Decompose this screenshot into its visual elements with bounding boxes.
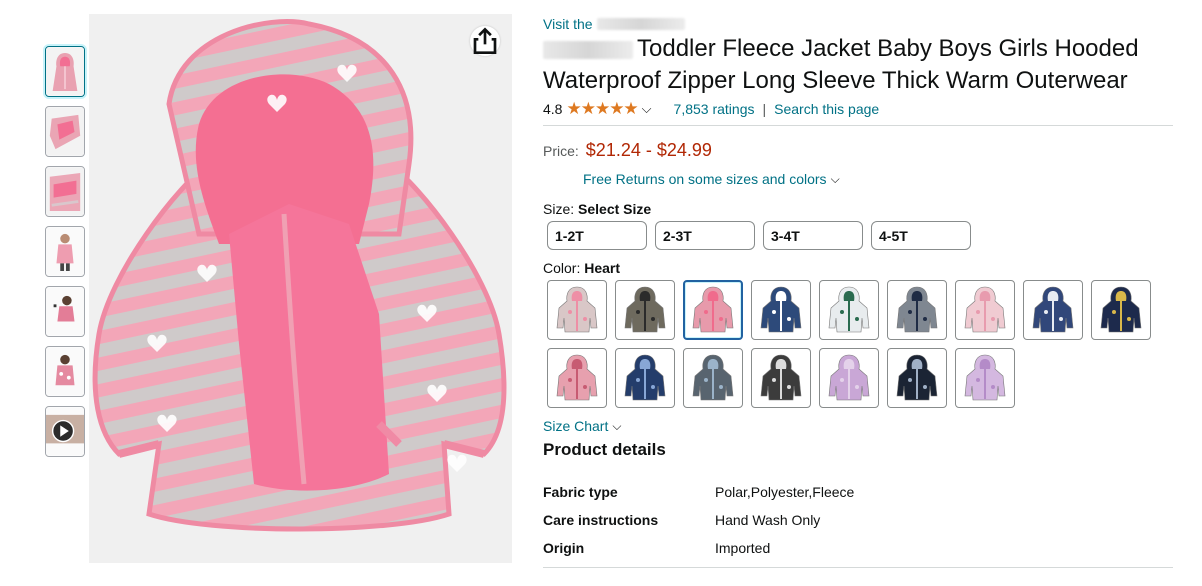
jacket-icon (624, 354, 666, 401)
details-row: Care instructions Hand Wash Only (543, 506, 1173, 534)
details-key: Fabric type (543, 484, 618, 500)
rating-value: 4.8 (543, 101, 563, 117)
product-title: Toddler Fleece Jacket Baby Boys Girls Ho… (543, 33, 1173, 97)
size-option-2-3t[interactable]: 2-3T (655, 221, 755, 250)
color-swatch-dino-white[interactable] (819, 280, 879, 340)
search-page-link[interactable]: Search this page (774, 101, 879, 117)
jacket-icon (896, 286, 938, 333)
size-label-text: Size: (543, 201, 575, 217)
color-swatch-navy-stars[interactable] (751, 280, 811, 340)
jacket-icon (964, 354, 1006, 401)
jacket-icon (692, 286, 734, 333)
details-key: Origin (543, 540, 585, 556)
price-row: Price: $21.24 - $24.99 (543, 140, 1173, 161)
free-returns-text: Free Returns on some sizes and colors (583, 171, 827, 187)
color-swatch-leopard[interactable] (615, 280, 675, 340)
details-value: Polar,Polyester,Fleece (715, 484, 855, 500)
product-details-heading: Product details (543, 440, 666, 459)
product-title-line2: Waterproof Zipper Long Sleeve Thick Warm… (543, 67, 1128, 94)
details-value: Imported (715, 540, 771, 556)
chevron-down-icon: ⌵ (830, 171, 840, 186)
color-label: Color: Heart (543, 260, 1173, 276)
price-range: $21.24 - $24.99 (585, 140, 712, 160)
chevron-down-icon[interactable]: ⌵ (642, 101, 652, 117)
main-product-image[interactable] (89, 14, 512, 563)
thumbnail-child-model-2[interactable] (45, 286, 85, 337)
star-rating-icon[interactable]: ★★★★★ (566, 99, 638, 119)
store-link-prefix: Visit the (543, 15, 593, 32)
color-swatch-navy-dino[interactable] (1091, 280, 1151, 340)
jacket-icon (1100, 286, 1142, 333)
size-options: 1-2T 2-3T 3-4T 4-5T (547, 221, 1173, 250)
chevron-down-icon: ⌵ (612, 418, 622, 433)
color-swatch-lavender[interactable] (955, 348, 1015, 408)
thumbnail-jacket-flat[interactable] (45, 106, 85, 157)
thumbnail-child-model-3[interactable] (45, 346, 85, 397)
share-button[interactable] (470, 26, 500, 56)
size-chart-text: Size Chart (543, 418, 609, 434)
size-option-1-2t[interactable]: 1-2T (547, 221, 647, 250)
redacted-brand (543, 40, 633, 59)
color-swatch-navy-print[interactable] (615, 348, 675, 408)
divider (543, 125, 1173, 126)
color-swatch-pink-floral[interactable] (547, 348, 607, 408)
jacket-icon (964, 286, 1006, 333)
jacket-icon (828, 286, 870, 333)
jacket-icon (556, 286, 598, 333)
jacket-icon (556, 354, 598, 401)
color-swatch-navy-camo[interactable] (887, 348, 947, 408)
share-icon (473, 27, 497, 54)
color-swatch-gray-blue[interactable] (683, 348, 743, 408)
redacted-store-name (596, 17, 685, 30)
separator: | (762, 101, 767, 117)
color-swatches (547, 280, 1173, 408)
product-title-line1: Toddler Fleece Jacket Baby Boys Girls Ho… (637, 35, 1139, 62)
jacket-icon (1032, 286, 1074, 333)
jacket-icon (760, 286, 802, 333)
size-selected-text: Select Size (578, 201, 652, 217)
details-row: Fabric type Polar,Polyester,Fleece (543, 478, 1173, 506)
details-key: Care instructions (543, 512, 659, 528)
rating-row: 4.8 ★★★★★ ⌵ 7,853 ratings | Search this … (543, 99, 1173, 119)
color-swatch-heart[interactable] (683, 280, 743, 340)
details-value: Hand Wash Only (715, 512, 821, 528)
product-details-table: Fabric type Polar,Polyester,Fleece Care … (543, 478, 1173, 562)
jacket-icon (896, 354, 938, 401)
divider (543, 567, 1173, 568)
jacket-icon (692, 354, 734, 401)
thumbnail-jacket-detail[interactable] (45, 166, 85, 217)
thumbnail-list (45, 46, 85, 466)
price-label: Price: (543, 143, 579, 159)
details-row: Origin Imported (543, 534, 1173, 562)
color-swatch-gray-navy[interactable] (887, 280, 947, 340)
thumbnail-jacket-front[interactable] (45, 46, 85, 97)
color-swatch-black-white[interactable] (751, 348, 811, 408)
color-swatch-navy-white[interactable] (1023, 280, 1083, 340)
size-label: Size: Select Size (543, 201, 1173, 217)
size-option-4-5t[interactable]: 4-5T (871, 221, 971, 250)
ratings-link[interactable]: 7,853 ratings (674, 101, 755, 117)
product-info: Visit the Toddler Fleece Jacket Baby Boy… (543, 14, 1173, 562)
store-link[interactable]: Visit the (543, 14, 1173, 33)
free-returns-link[interactable]: Free Returns on some sizes and colors ⌵ (583, 171, 1173, 187)
jacket-icon (760, 354, 802, 401)
color-swatch-pink-gray[interactable] (547, 280, 607, 340)
thumbnail-child-model-1[interactable] (45, 226, 85, 277)
thumbnail-video[interactable] (45, 406, 85, 457)
color-swatch-lilac[interactable] (819, 348, 879, 408)
size-chart-link[interactable]: Size Chart ⌵ (543, 418, 1173, 434)
color-label-text: Color: (543, 260, 581, 276)
color-swatch-pink-dots[interactable] (955, 280, 1015, 340)
size-option-3-4t[interactable]: 3-4T (763, 221, 863, 250)
jacket-icon (624, 286, 666, 333)
color-selected-text: Heart (584, 260, 621, 276)
jacket-icon (828, 354, 870, 401)
